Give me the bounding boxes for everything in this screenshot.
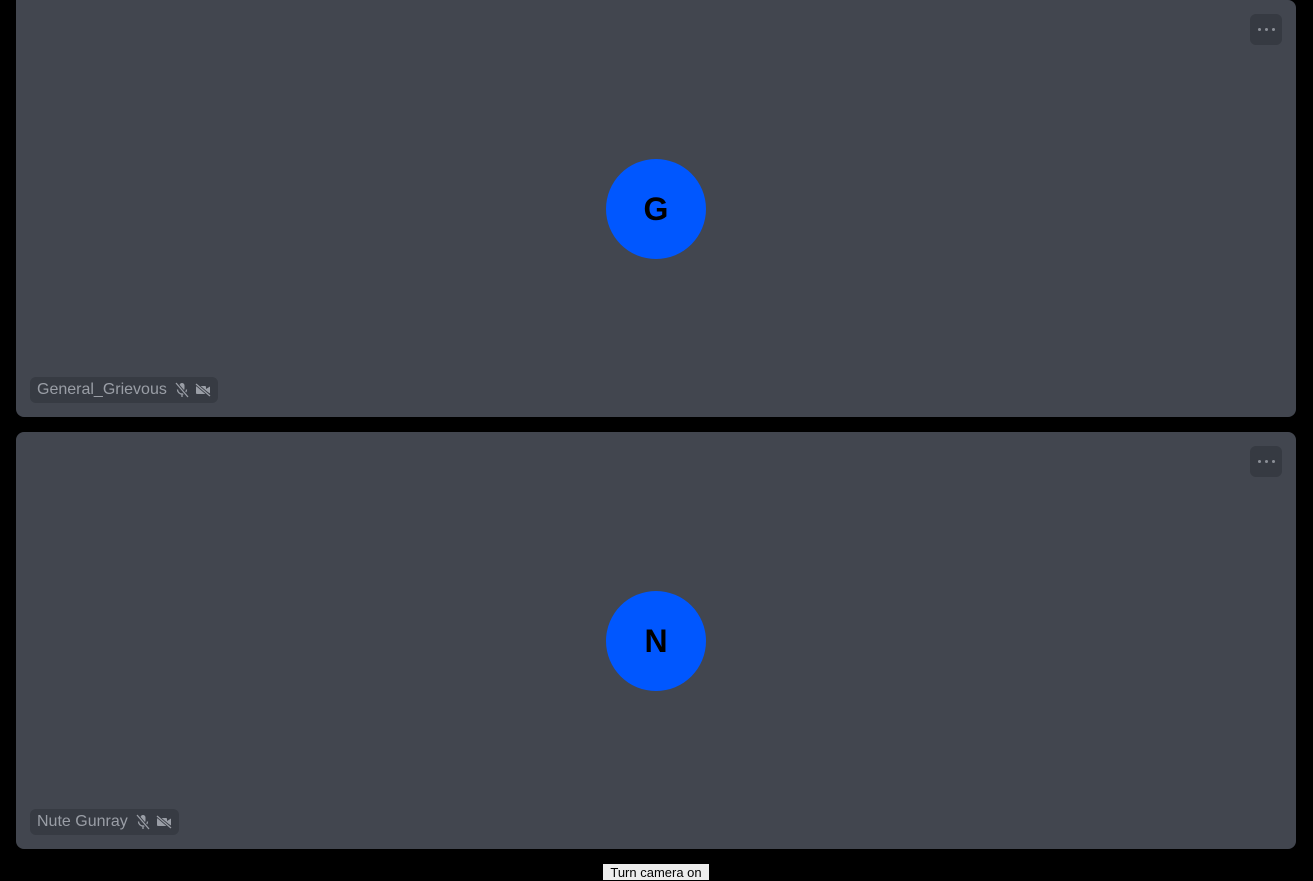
dot: [1264, 28, 1268, 31]
camera-off-icon: [155, 815, 172, 829]
participant-name: General_Grievous: [37, 381, 167, 398]
more-options-button[interactable]: [1250, 446, 1282, 477]
dot: [1264, 460, 1268, 463]
more-options-button[interactable]: [1250, 14, 1282, 45]
participant-tile: N Nute Gunray: [16, 432, 1296, 849]
participant-name-label: General_Grievous: [30, 377, 218, 403]
avatar: G: [606, 159, 706, 259]
participant-tile: G General_Grievous: [16, 0, 1296, 417]
avatar: N: [606, 591, 706, 691]
dot: [1257, 460, 1261, 463]
dot: [1257, 28, 1261, 31]
dot: [1271, 460, 1275, 463]
participant-name-label: Nute Gunray: [30, 809, 179, 835]
mic-muted-icon: [135, 814, 150, 830]
participant-name: Nute Gunray: [37, 813, 128, 830]
dot: [1271, 28, 1275, 31]
tooltip: Turn camera on: [603, 864, 709, 880]
camera-off-icon: [194, 383, 211, 397]
mic-muted-icon: [174, 382, 189, 398]
